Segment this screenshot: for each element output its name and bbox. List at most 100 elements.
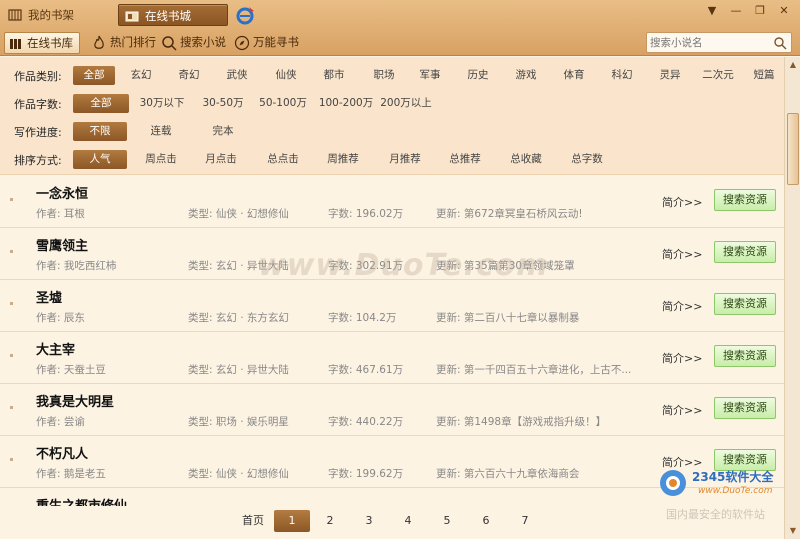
category-option[interactable]: 都市 (318, 66, 350, 85)
restore-button[interactable]: ❐ (750, 3, 770, 19)
sort-option[interactable]: 月推荐 (382, 150, 428, 169)
wordcount-option[interactable]: 50-100万 (254, 94, 312, 113)
category-option[interactable]: 灵异 (654, 66, 686, 85)
filter-label-wordcount: 作品字数: (14, 98, 62, 111)
scroll-up-arrow-icon[interactable]: ▲ (787, 59, 799, 71)
scroll-thumb[interactable] (787, 113, 799, 185)
search-resource-button[interactable]: 搜索资源 (714, 397, 776, 419)
search-input[interactable] (650, 35, 768, 51)
title-bar: 我的书架 在线书城 ▼ — ❐ ✕ 在线书库 热门排行 搜索小说 万能寻书 搜索… (0, 0, 800, 56)
sort-option[interactable]: 总字数 (564, 150, 610, 169)
category-option[interactable]: 历史 (462, 66, 494, 85)
search-resource-button[interactable]: 搜索资源 (714, 449, 776, 471)
sort-option[interactable]: 周点击 (138, 150, 184, 169)
book-item: 大主宰 作者: 天蚕土豆 类型: 玄幻 · 异世大陆 字数: 467.61万 更… (0, 332, 784, 384)
book-latest-update[interactable]: 更新: 第六百六十九章依海商会 (436, 466, 642, 481)
category-option[interactable]: 职场 (368, 66, 400, 85)
menu-dropdown-button[interactable]: ▼ (702, 3, 722, 19)
pager-page[interactable]: 1 (274, 510, 310, 532)
pager-first[interactable]: 首页 (236, 510, 270, 532)
book-latest-update[interactable]: 更新: 第35篇第30章领域笼罩 (436, 258, 642, 273)
category-option[interactable]: 玄幻 (125, 66, 157, 85)
sort-option[interactable]: 周推荐 (320, 150, 366, 169)
intro-link[interactable]: 简介>> (662, 350, 702, 366)
sort-option[interactable]: 总收藏 (503, 150, 549, 169)
wordcount-option[interactable]: 全部 (73, 94, 129, 113)
pager-page[interactable]: 2 (320, 510, 340, 532)
book-title[interactable]: 雪鹰领主 (36, 235, 88, 254)
book-title[interactable]: 我真是大明星 (36, 391, 114, 410)
tab-online-bookstore[interactable]: 在线书城 (118, 4, 228, 26)
list-bullet (10, 354, 13, 357)
wordcount-option[interactable]: 100-200万 (314, 94, 378, 113)
search-resource-button[interactable]: 搜索资源 (714, 241, 776, 263)
wordcount-option[interactable]: 30万以下 (134, 94, 190, 113)
nav-online-library[interactable]: 在线书库 (4, 32, 80, 54)
book-item: 我真是大明星 作者: 尝谕 类型: 职场 · 娱乐明星 字数: 440.22万 … (0, 384, 784, 436)
list-bullet (10, 198, 13, 201)
category-option[interactable]: 军事 (414, 66, 446, 85)
close-button[interactable]: ✕ (774, 3, 794, 19)
nav-hot-ranking[interactable]: 热门排行 (88, 32, 156, 54)
book-item: 圣墟 作者: 辰东 类型: 玄幻 · 东方玄幻 字数: 104.2万 更新: 第… (0, 280, 784, 332)
intro-link[interactable]: 简介>> (662, 298, 702, 314)
category-option[interactable]: 奇幻 (173, 66, 205, 85)
sort-option[interactable]: 月点击 (198, 150, 244, 169)
search-resource-button[interactable]: 搜索资源 (714, 293, 776, 315)
progress-option[interactable]: 不限 (73, 122, 127, 141)
category-option[interactable]: 科幻 (606, 66, 638, 85)
book-latest-update[interactable]: 更新: 第一千四百五十六章进化，上古不... (436, 362, 642, 377)
intro-link[interactable]: 简介>> (662, 246, 702, 262)
compass-icon (234, 35, 250, 51)
book-latest-update[interactable]: 更新: 第1498章【游戏戒指升级！】 (436, 414, 642, 429)
search-icon[interactable] (773, 36, 787, 50)
intro-link[interactable]: 简介>> (662, 402, 702, 418)
intro-link[interactable]: 简介>> (662, 194, 702, 210)
search-resource-button[interactable]: 搜索资源 (714, 189, 776, 211)
category-option[interactable]: 体育 (558, 66, 590, 85)
minimize-button[interactable]: — (726, 3, 746, 19)
book-author: 作者: 耳根 (36, 208, 85, 220)
browser-icon[interactable] (236, 5, 256, 25)
nav-online-library-label: 在线书库 (27, 36, 73, 50)
pager-page[interactable]: 7 (515, 510, 535, 532)
category-option[interactable]: 仙侠 (270, 66, 302, 85)
category-option[interactable]: 武侠 (221, 66, 253, 85)
wordcount-option[interactable]: 30-50万 (196, 94, 250, 113)
book-wordcount: 字数: 196.02万 (328, 208, 404, 220)
book-title[interactable]: 大主宰 (36, 339, 75, 358)
pager-page[interactable]: 3 (359, 510, 379, 532)
pager-page[interactable]: 4 (398, 510, 418, 532)
wordcount-option[interactable]: 200万以上 (378, 94, 434, 113)
category-option[interactable]: 全部 (73, 66, 115, 85)
book-latest-update[interactable]: 更新: 第二百八十七章以暴制暴 (436, 310, 642, 325)
book-latest-update[interactable]: 更新: 第672章冥皇石桥风云动! (436, 206, 642, 221)
intro-link[interactable]: 简介>> (662, 454, 702, 470)
pager-page[interactable]: 5 (437, 510, 457, 532)
nav-search-novel[interactable]: 搜索小说 (158, 32, 228, 54)
category-option[interactable]: 短篇 (748, 66, 780, 85)
book-item: 不朽凡人 作者: 鹅是老五 类型: 仙侠 · 幻想修仙 字数: 199.62万 … (0, 436, 784, 488)
sort-option[interactable]: 总点击 (260, 150, 306, 169)
filter-row-category: 作品类别: 全部 玄幻 奇幻 武侠 仙侠 都市 职场 军事 历史 游戏 体育 科… (0, 64, 784, 86)
book-title[interactable]: 重生之都市修仙 (36, 495, 127, 506)
category-option[interactable]: 二次元 (698, 66, 738, 85)
progress-option[interactable]: 完本 (204, 122, 242, 141)
search-box (646, 32, 792, 53)
tab-my-bookshelf[interactable]: 我的书架 (2, 4, 102, 26)
sort-option[interactable]: 人气 (73, 150, 127, 169)
category-option[interactable]: 游戏 (510, 66, 542, 85)
progress-option[interactable]: 连载 (142, 122, 180, 141)
nav-book-finder[interactable]: 万能寻书 (231, 32, 301, 54)
vertical-scrollbar[interactable]: ▲ ▼ (784, 57, 800, 539)
book-title[interactable]: 不朽凡人 (36, 443, 88, 462)
book-author: 作者: 尝谕 (36, 416, 85, 428)
book-item: 一念永恒 作者: 耳根 类型: 仙侠 · 幻想修仙 字数: 196.02万 更新… (0, 176, 784, 228)
pager-page[interactable]: 6 (476, 510, 496, 532)
scroll-down-arrow-icon[interactable]: ▼ (787, 525, 799, 537)
sort-option[interactable]: 总推荐 (442, 150, 488, 169)
book-title[interactable]: 圣墟 (36, 287, 62, 306)
book-title[interactable]: 一念永恒 (36, 183, 88, 202)
book-wordcount: 字数: 302.91万 (328, 260, 404, 272)
search-resource-button[interactable]: 搜索资源 (714, 345, 776, 367)
